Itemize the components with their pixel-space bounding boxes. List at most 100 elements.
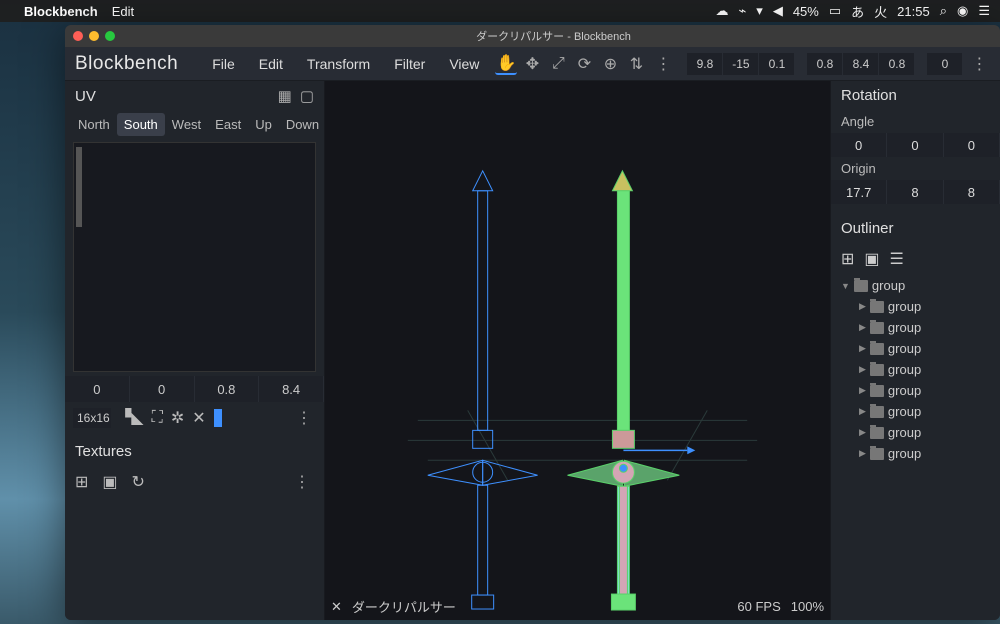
toolbar-more-icon[interactable]: ⋮	[651, 54, 675, 74]
expand-icon[interactable]: ▶	[859, 343, 866, 354]
pivot-tool-icon[interactable]: ⊕	[599, 53, 621, 75]
uv-panel-header: UV ▦ ▢	[65, 81, 324, 111]
angle-x-input[interactable]: 0	[831, 133, 887, 157]
uv-h-input[interactable]: 8.4	[259, 376, 324, 402]
resize-tool-icon[interactable]: ⤢	[547, 53, 569, 75]
clear-uv-icon[interactable]: ✕	[192, 408, 205, 428]
tree-item-label: group	[888, 362, 921, 377]
add-texture-icon[interactable]: ⊞	[75, 472, 88, 492]
angle-y-input[interactable]: 0	[887, 133, 943, 157]
inflate-input[interactable]: 0	[927, 53, 963, 75]
origin-y-input[interactable]: 8	[887, 180, 943, 204]
angle-label: Angle	[831, 110, 1000, 133]
pos-z-input[interactable]: 0.1	[759, 53, 795, 75]
import-texture-icon[interactable]: ▣	[102, 472, 117, 492]
battery-icon[interactable]: ▭	[829, 3, 841, 19]
collapse-icon[interactable]: ▼	[841, 281, 850, 291]
outliner-toolbar: ⊞ ▣ ☰	[831, 243, 1000, 275]
expand-icon[interactable]: ▶	[859, 385, 866, 396]
3d-viewport[interactable]: ✕ ダークリパルサー 60 FPS 100%	[325, 81, 830, 620]
uv-tab-west[interactable]: West	[165, 113, 208, 136]
folder-icon	[870, 385, 884, 397]
uv-tab-up[interactable]: Up	[248, 113, 279, 136]
menubar-edit[interactable]: Edit	[112, 4, 134, 19]
tree-child-group[interactable]: ▶ group	[831, 338, 1000, 359]
status-zoom: 100%	[791, 599, 824, 614]
origin-z-input[interactable]: 8	[944, 180, 1000, 204]
textures-more-icon[interactable]: ⋮	[290, 472, 314, 492]
volume-icon[interactable]: ◀	[773, 3, 783, 19]
uv-size-input[interactable]: 16x16	[73, 408, 111, 428]
uv-more-icon[interactable]: ⋮	[292, 408, 316, 428]
tree-child-group[interactable]: ▶group	[831, 296, 1000, 317]
tree-child-group[interactable]: ▶group	[831, 380, 1000, 401]
add-cube-icon[interactable]: ⊞	[841, 249, 854, 269]
minimize-window-icon[interactable]	[89, 31, 99, 41]
toggle-options-icon[interactable]: ☰	[890, 249, 904, 269]
uv-tab-north[interactable]: North	[71, 113, 117, 136]
close-window-icon[interactable]	[73, 31, 83, 41]
wifi-icon[interactable]: ▾	[756, 3, 763, 19]
move-tool-icon[interactable]: ✥	[521, 53, 543, 75]
uv-w-input[interactable]: 0.8	[195, 376, 260, 402]
tree-item-label: group	[888, 341, 921, 356]
clock[interactable]: 21:55	[897, 4, 930, 19]
uv-single-view-icon[interactable]: ▢	[300, 87, 314, 105]
battery-percent: 45%	[793, 4, 819, 19]
expand-icon[interactable]: ▶	[859, 301, 866, 312]
expand-icon[interactable]: ▶	[859, 364, 866, 375]
uv-x-input[interactable]: 0	[65, 376, 130, 402]
uv-canvas[interactable]	[73, 142, 316, 372]
expand-icon[interactable]: ▶	[859, 427, 866, 438]
add-group-icon[interactable]: ▣	[864, 249, 879, 269]
paint-bucket-icon[interactable]: ▝◣	[119, 408, 144, 428]
pan-tool-icon[interactable]: ✋	[495, 53, 517, 75]
rotate-tool-icon[interactable]: ⟳	[573, 53, 595, 75]
tree-child-group[interactable]: ▶group	[831, 317, 1000, 338]
left-panel: UV ▦ ▢ North South West East Up Down 0 0…	[65, 81, 325, 620]
cloud-icon[interactable]: ☁	[715, 3, 728, 19]
spotlight-icon[interactable]: ⌕	[940, 3, 947, 19]
maximize-uv-icon[interactable]: ⛶	[152, 409, 163, 427]
close-file-icon[interactable]: ✕	[331, 599, 342, 615]
vertex-snap-tool-icon[interactable]: ⇅	[625, 53, 647, 75]
tree-child-group[interactable]: ▶group	[831, 443, 1000, 464]
size-z-input[interactable]: 0.8	[879, 53, 915, 75]
siri-icon[interactable]: ◉	[957, 3, 968, 19]
menu-file[interactable]: File	[204, 52, 243, 76]
textures-panel-header: Textures	[65, 434, 324, 468]
uv-tab-down[interactable]: Down	[279, 113, 326, 136]
uv-y-input[interactable]: 0	[130, 376, 195, 402]
toolbar-more2-icon[interactable]: ⋮	[967, 54, 991, 74]
size-y-input[interactable]: 8.4	[843, 53, 879, 75]
expand-icon[interactable]: ▶	[859, 322, 866, 333]
angle-inputs: 0 0 0	[831, 133, 1000, 157]
menu-filter[interactable]: Filter	[386, 52, 433, 76]
angle-z-input[interactable]: 0	[944, 133, 1000, 157]
menu-transform[interactable]: Transform	[299, 52, 378, 76]
auto-uv-icon[interactable]: ✲	[171, 408, 184, 428]
pos-y-input[interactable]: -15	[723, 53, 759, 75]
tree-child-group[interactable]: ▶group	[831, 401, 1000, 422]
window-titlebar[interactable]: ダークリパルサー - Blockbench	[65, 25, 1000, 47]
menu-edit[interactable]: Edit	[251, 52, 291, 76]
uv-grid-view-icon[interactable]: ▦	[278, 87, 292, 105]
menu-view[interactable]: View	[441, 52, 487, 76]
pos-x-input[interactable]: 9.8	[687, 53, 723, 75]
size-x-input[interactable]: 0.8	[807, 53, 843, 75]
tree-child-group[interactable]: ▶group	[831, 422, 1000, 443]
menubar-app-name[interactable]: Blockbench	[24, 4, 98, 19]
bluetooth-icon[interactable]: ⌁	[738, 3, 746, 19]
expand-icon[interactable]: ▶	[859, 406, 866, 417]
tree-root-group[interactable]: ▼ group	[831, 275, 1000, 296]
reload-textures-icon[interactable]: ↻	[132, 472, 145, 492]
uv-tab-south[interactable]: South	[117, 113, 165, 136]
tree-child-group[interactable]: ▶ group	[831, 359, 1000, 380]
uv-tab-east[interactable]: East	[208, 113, 248, 136]
uv-marker[interactable]	[214, 409, 222, 427]
ime-indicator[interactable]: あ	[851, 2, 864, 21]
expand-icon[interactable]: ▶	[859, 448, 866, 459]
origin-x-input[interactable]: 17.7	[831, 180, 887, 204]
maximize-window-icon[interactable]	[105, 31, 115, 41]
notification-center-icon[interactable]: ☰	[978, 3, 990, 19]
